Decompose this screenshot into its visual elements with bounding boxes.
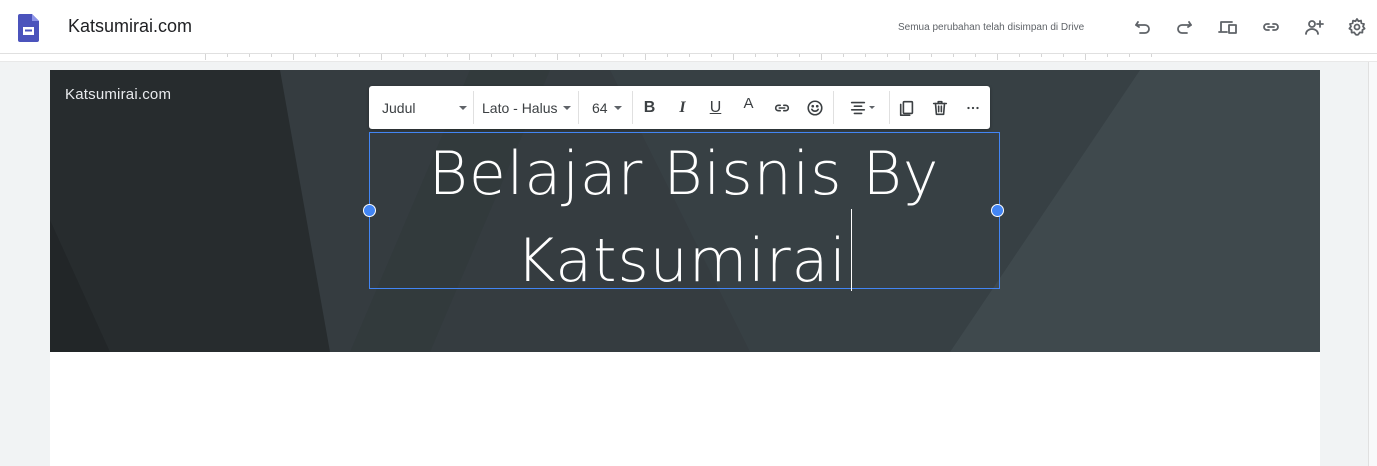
link-icon[interactable] (1259, 15, 1283, 39)
ruler-tick (1151, 54, 1152, 57)
chevron-down-icon (868, 106, 875, 109)
ruler-tick (821, 54, 822, 60)
ruler-tick (623, 54, 624, 57)
save-status: Semua perubahan telah disimpan di Drive (898, 22, 1085, 33)
ruler-tick (227, 54, 228, 57)
header-banner[interactable]: Katsumirai.com Judul Lato - Halus 64 B I… (50, 70, 1320, 352)
ruler-tick (1107, 54, 1108, 57)
ruler-tick (843, 54, 844, 57)
duplicate-icon[interactable] (890, 86, 923, 129)
ruler-tick (887, 54, 888, 57)
top-bar: Katsumirai.com Semua perubahan telah dis… (0, 0, 1377, 54)
ruler-tick (513, 54, 514, 57)
font-dropdown[interactable]: Lato - Halus (474, 86, 578, 129)
text-color-button[interactable]: A (732, 86, 765, 129)
page-title[interactable]: Belajar Bisnis By Katsumirai (370, 139, 998, 296)
ruler-tick (1063, 54, 1064, 57)
font-label: Lato - Halus (482, 99, 558, 116)
ruler-tick (469, 54, 470, 60)
chevron-down-icon (459, 105, 467, 110)
undo-icon[interactable] (1131, 15, 1155, 39)
ruler-tick (689, 54, 690, 57)
ruler-tick (557, 54, 558, 60)
ruler-tick (755, 54, 756, 57)
settings-icon[interactable] (1345, 15, 1369, 39)
banner-site-name[interactable]: Katsumirai.com (65, 86, 171, 103)
ruler-tick (1129, 54, 1130, 57)
ruler-tick (799, 54, 800, 57)
ruler-tick (711, 54, 712, 57)
chevron-down-icon (563, 105, 572, 110)
ruler-tick (205, 54, 206, 60)
more-options-icon[interactable] (956, 86, 989, 129)
text-format-toolbar: Judul Lato - Halus 64 B I U A (369, 86, 990, 129)
italic-button[interactable]: I (666, 86, 699, 129)
site-name[interactable]: Katsumirai.com (68, 16, 192, 37)
resize-handle-right[interactable] (991, 204, 1004, 217)
ruler-tick (359, 54, 360, 57)
ruler-tick (535, 54, 536, 57)
ruler-tick (645, 54, 646, 60)
preview-device-icon[interactable] (1216, 15, 1240, 39)
text-style-label: Judul (382, 99, 416, 116)
scrollbar[interactable] (1368, 62, 1377, 466)
ruler-tick (931, 54, 932, 57)
ruler-tick (293, 54, 294, 60)
font-size-label: 64 (592, 99, 608, 116)
ruler-tick (667, 54, 668, 57)
google-sites-icon[interactable] (18, 14, 39, 42)
ruler-tick (1085, 54, 1086, 60)
ruler-tick (579, 54, 580, 57)
ruler-tick (733, 54, 734, 60)
ruler-tick (315, 54, 316, 57)
ruler-tick (491, 54, 492, 57)
page-canvas[interactable]: Katsumirai.com Judul Lato - Halus 64 B I… (50, 70, 1320, 466)
page-title-line-2: Katsumirai (370, 209, 998, 296)
text-cursor (851, 209, 853, 291)
ruler-tick (777, 54, 778, 57)
ruler-tick (381, 54, 382, 60)
ruler-tick (975, 54, 976, 57)
page-title-line-1: Belajar Bisnis By (428, 139, 940, 209)
font-size-dropdown[interactable]: 64 (579, 86, 632, 129)
ruler-tick (953, 54, 954, 57)
insert-link-icon[interactable] (765, 86, 798, 129)
delete-icon[interactable] (923, 86, 956, 129)
title-text-box[interactable]: Belajar Bisnis By Katsumirai (369, 132, 1000, 296)
ruler-tick (249, 54, 250, 57)
ruler-tick (865, 54, 866, 57)
ruler-tick (403, 54, 404, 57)
ruler-tick (447, 54, 448, 57)
ruler-track (205, 54, 1163, 62)
bold-button[interactable]: B (633, 86, 666, 129)
share-user-icon[interactable] (1302, 15, 1326, 39)
ruler (0, 54, 1377, 62)
ruler-tick (1019, 54, 1020, 57)
page-title-line-2-text: Katsumirai (515, 226, 848, 296)
align-center-icon[interactable] (834, 86, 889, 129)
ruler-tick (425, 54, 426, 57)
emoji-icon[interactable] (798, 86, 831, 129)
redo-icon[interactable] (1172, 15, 1196, 39)
ruler-tick (271, 54, 272, 57)
text-style-dropdown[interactable]: Judul (369, 86, 473, 129)
ruler-tick (909, 54, 910, 60)
underline-button[interactable]: U (699, 86, 732, 129)
ruler-tick (601, 54, 602, 57)
chevron-down-icon (613, 105, 622, 110)
ruler-tick (997, 54, 998, 60)
ruler-tick (337, 54, 338, 57)
ruler-tick (1041, 54, 1042, 57)
resize-handle-left[interactable] (363, 204, 376, 217)
